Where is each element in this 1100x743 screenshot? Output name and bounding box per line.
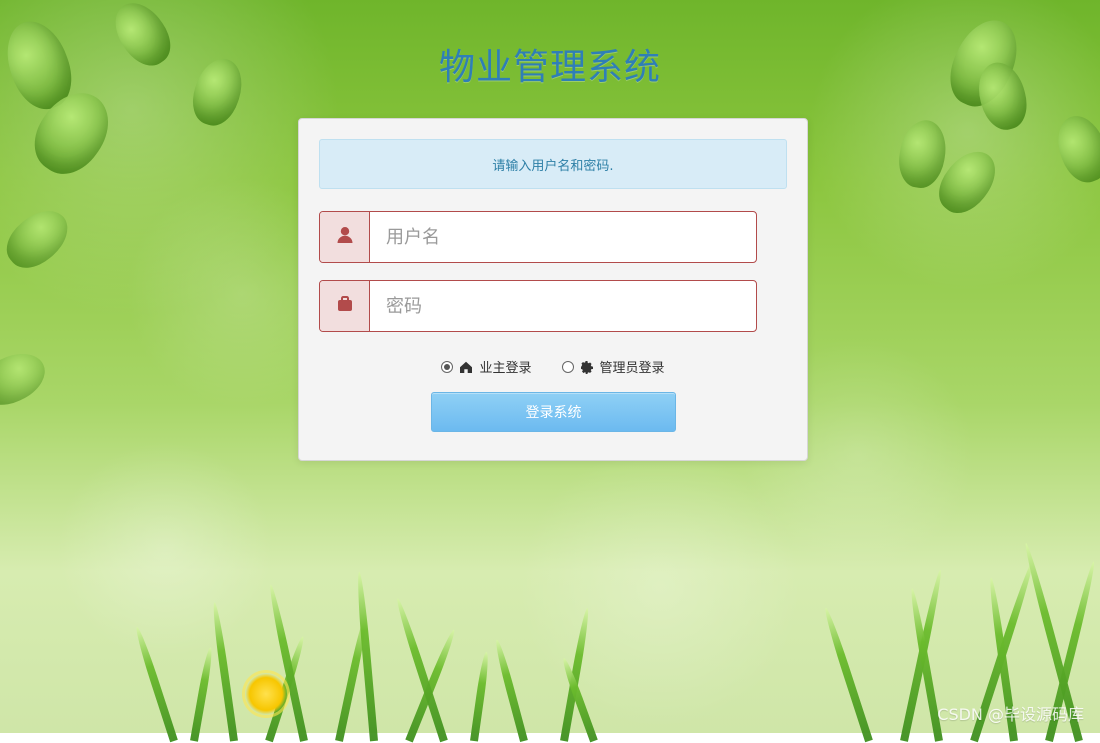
login-type-radio-group: 业主登录 管理员登录 xyxy=(299,357,807,376)
login-button[interactable]: 登录系统 xyxy=(431,392,676,432)
password-addon xyxy=(320,281,370,331)
flower-decoration xyxy=(245,673,287,715)
login-panel: 请输入用户名和密码. xyxy=(298,118,808,461)
owner-login-label: 业主登录 xyxy=(479,357,531,376)
user-icon xyxy=(335,225,355,249)
home-icon xyxy=(459,360,473,374)
username-addon xyxy=(320,212,370,262)
login-button-label: 登录系统 xyxy=(526,402,582,422)
notice-box: 请输入用户名和密码. xyxy=(319,139,787,189)
briefcase-icon xyxy=(335,294,355,318)
gear-icon xyxy=(580,360,594,374)
password-field[interactable] xyxy=(319,280,757,332)
username-field[interactable] xyxy=(319,211,757,263)
username-input[interactable] xyxy=(370,212,756,262)
watermark-text: CSDN @毕设源码库 xyxy=(937,701,1084,725)
admin-login-option[interactable]: 管理员登录 xyxy=(562,357,665,376)
password-input[interactable] xyxy=(370,281,756,331)
notice-text: 请输入用户名和密码. xyxy=(492,155,613,174)
admin-login-label: 管理员登录 xyxy=(600,357,665,376)
page-title: 物业管理系统 xyxy=(0,40,1100,96)
radio-button-admin[interactable] xyxy=(562,361,574,373)
owner-login-option[interactable]: 业主登录 xyxy=(441,357,531,376)
radio-button-owner[interactable] xyxy=(441,361,453,373)
